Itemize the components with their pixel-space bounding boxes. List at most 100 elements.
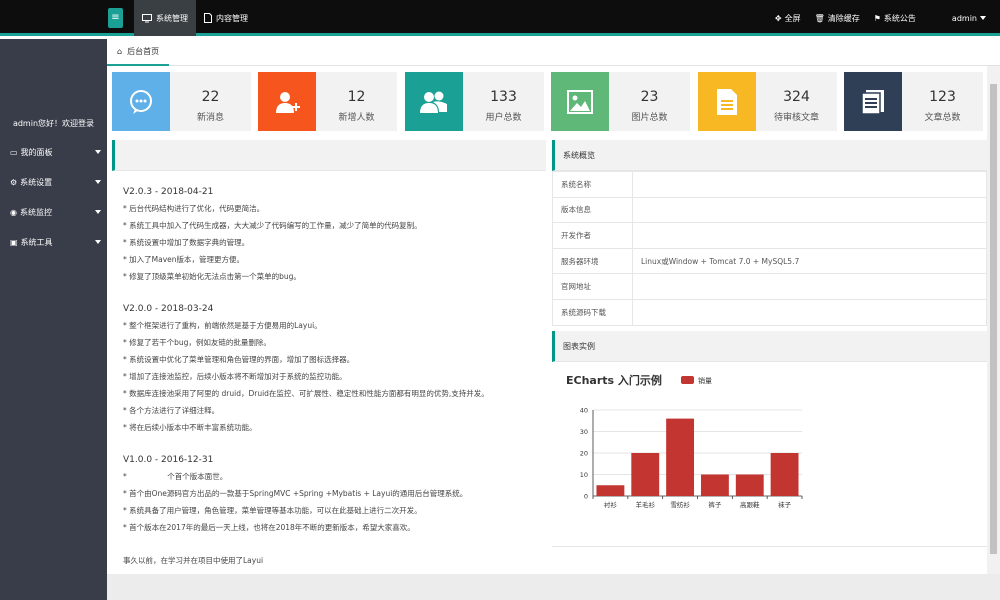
tab-label: 后台首页 — [127, 47, 160, 56]
fullscreen-button[interactable]: ✥ 全屏 — [775, 13, 801, 24]
stat-card-pending-articles[interactable]: 324 待审核文章 — [698, 72, 837, 131]
user-menu[interactable]: admin — [952, 14, 986, 23]
table-row: 系统源码下载 — [552, 298, 987, 326]
sidebar-item-dashboard[interactable]: ▭ 我的面板 — [0, 137, 107, 167]
bar-chart: ECharts 入门示例 销量 0 10 20 30 40 衬衫 羊毛衫 雪纺衫 裤子 高跟鞋 袜子 — [566, 373, 803, 509]
username: admin — [951, 13, 977, 23]
update-log-panel: V2.0.3 - 2018-04-21 * 后台代码结构进行了优化，代码更简洁。… — [112, 140, 546, 574]
log-line: * 首个版本在2017年的最后一天上线，也将在2018年不断的更新版本，希望大家… — [123, 523, 415, 532]
row-value — [632, 222, 987, 249]
log-line: * 后台代码结构进行了优化，代码更简洁。 — [123, 204, 265, 213]
menu-toggle-button[interactable]: ≡ — [108, 8, 123, 28]
x-tick-label: 袜子 — [778, 500, 792, 509]
bell-icon: ⚑ — [873, 13, 881, 23]
welcome-text: admin您好！欢迎登录 — [12, 119, 95, 128]
vertical-scrollbar[interactable] — [987, 66, 1000, 574]
stat-label: 图片总数 — [631, 113, 668, 123]
row-key: 官网地址 — [552, 273, 633, 300]
update-log-list: V2.0.3 - 2018-04-21 * 后台代码结构进行了优化，代码更简洁。… — [123, 184, 543, 569]
y-tick-label: 20 — [580, 450, 588, 458]
stat-value: 23 — [640, 89, 659, 105]
tab-home[interactable]: ⌂ 后台首页 — [107, 39, 170, 66]
version-title: V1.0.0 - 2016-12-31 — [123, 455, 214, 465]
stat-card-images[interactable]: 23 图片总数 — [551, 72, 690, 131]
bar — [596, 485, 625, 496]
legend-label: 销量 — [698, 376, 712, 385]
x-tick-label: 裤子 — [708, 500, 722, 509]
document-icon — [204, 13, 212, 23]
announcement-button[interactable]: ⚑ 系统公告 — [874, 13, 916, 24]
message-icon — [112, 72, 170, 131]
stat-card-total-users[interactable]: 133 用户总数 — [405, 72, 544, 131]
top-nav-system[interactable]: 系统管理 — [134, 0, 196, 36]
scrollbar-thumb[interactable] — [990, 84, 997, 554]
side-menu: ▭ 我的面板 ⚙ 系统设置 ◉ 系统监控 ▣ 系统工具 — [0, 137, 107, 257]
log-line: * 个首个版本面世。 — [123, 472, 228, 481]
stat-label: 文章总数 — [924, 113, 961, 123]
clear-cache-button[interactable]: 🗑 清除缓存 — [815, 13, 860, 24]
table-row: 系统名称 — [552, 171, 987, 198]
users-icon — [405, 72, 463, 131]
y-tick-label: 30 — [580, 428, 588, 436]
log-line: * 修复了若干个bug，例如友链的批量删除。 — [123, 338, 271, 347]
announcement-label: 系统公告 — [883, 13, 916, 23]
row-key: 开发作者 — [552, 222, 633, 249]
sidebar-item-monitor[interactable]: ◉ 系统监控 — [0, 197, 107, 227]
chevron-down-icon — [980, 16, 986, 20]
log-line: * 系统设置中增加了数据字典的管理。 — [123, 238, 250, 247]
footer-bar — [107, 574, 1000, 600]
y-tick-label: 10 — [580, 471, 588, 479]
log-line: * 系统设置中优化了菜单管理和角色管理的界面，增加了图标选择器。 — [123, 355, 355, 364]
x-tick-label: 羊毛衫 — [636, 500, 656, 509]
hamburger-icon: ≡ — [111, 12, 120, 23]
log-line: * 加入了Maven版本，管理更方便。 — [123, 255, 245, 264]
top-header: ≡ 系统管理 内容管理 ✥ 全屏 🗑 清除缓存 ⚑ 系统公告 admin — [0, 0, 1000, 36]
stat-value: 324 — [783, 89, 810, 105]
log-line: * 各个方法进行了详细注释。 — [123, 406, 220, 415]
row-value — [632, 171, 987, 198]
row-key: 系统名称 — [552, 171, 633, 198]
top-nav-content[interactable]: 内容管理 — [196, 0, 256, 36]
sidebar-item-label: 系统工具 — [20, 237, 53, 247]
stat-label: 新增人数 — [338, 113, 375, 123]
stat-value: 12 — [347, 89, 366, 105]
gears-icon: ⚙ — [10, 177, 18, 187]
top-nav: 系统管理 内容管理 — [134, 0, 256, 36]
log-line: * 修复了顶级菜单初始化无法点击第一个菜单的bug。 — [123, 272, 301, 281]
log-line: * 整个框架进行了重构，前端依然是基于方便易用的Layui。 — [123, 321, 322, 330]
monitor-icon — [142, 13, 152, 22]
y-tick-label: 0 — [584, 493, 588, 501]
legend-swatch — [681, 376, 694, 384]
chart-panel: 图表实例 ECharts 入门示例 销量 0 10 20 30 40 衬衫 羊毛衫 雪纺衫 裤子… — [552, 331, 987, 547]
bar — [700, 474, 729, 496]
sidebar-item-label: 系统监控 — [19, 207, 52, 217]
bar — [631, 453, 660, 496]
stat-label: 用户总数 — [485, 113, 522, 123]
chart-plot-area: 0 10 20 30 40 衬衫 羊毛衫 雪纺衫 裤子 高跟鞋 袜子 — [580, 407, 803, 509]
top-nav-label: 内容管理 — [216, 13, 248, 23]
top-right-menu: ✥ 全屏 🗑 清除缓存 ⚑ 系统公告 admin — [775, 0, 986, 36]
chart-title: ECharts 入门示例 — [566, 373, 662, 387]
table-row: 官网地址 — [552, 273, 987, 300]
row-value — [632, 298, 987, 326]
system-overview-panel: 系统概览 系统名称 版本信息 开发作者 服务器环境 Linux或Window + … — [552, 140, 987, 326]
chart-panel-title: 图表实例 — [552, 331, 987, 362]
sidebar-item-tools[interactable]: ▣ 系统工具 — [0, 227, 107, 257]
stat-card-messages[interactable]: 22 新消息 — [112, 72, 251, 131]
row-key: 版本信息 — [552, 196, 633, 224]
sidebar-item-settings[interactable]: ⚙ 系统设置 — [0, 167, 107, 197]
chevron-down-icon — [95, 150, 101, 154]
chevron-down-icon — [95, 240, 101, 244]
row-value — [632, 273, 987, 300]
fullscreen-icon: ✥ — [774, 13, 782, 23]
log-line: * 增加了连接池监控，后续小版本将不断增加对于系统的监控功能。 — [123, 372, 347, 381]
stat-value: 123 — [929, 89, 956, 105]
x-tick-label: 衬衫 — [604, 500, 618, 509]
stat-card-total-articles[interactable]: 123 文章总数 — [844, 72, 983, 131]
update-log-header — [112, 140, 546, 171]
stat-card-new-users[interactable]: 12 新增人数 — [258, 72, 397, 131]
version-title: V2.0.3 - 2018-04-21 — [123, 187, 214, 197]
eye-icon: ◉ — [10, 207, 17, 217]
row-key: 系统源码下载 — [552, 298, 633, 326]
article-icon — [844, 72, 902, 131]
